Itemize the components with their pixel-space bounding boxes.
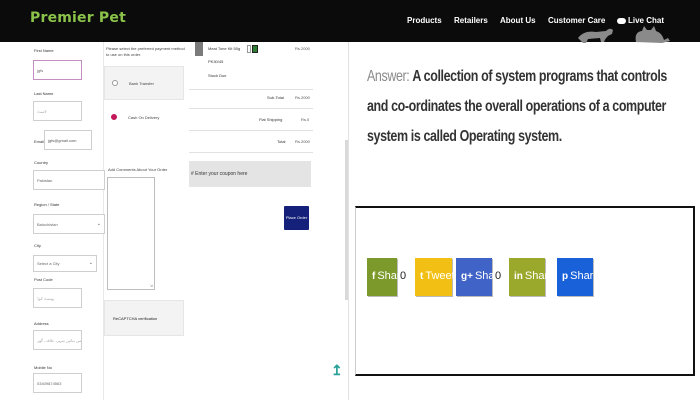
quantity-input[interactable] [247,45,251,53]
google-plus-share-count: 0 [495,270,502,282]
bank-transfer-label: Bank Transfer [129,81,154,86]
cash-on-delivery-radio[interactable] [111,114,117,120]
linkedin-share-button[interactable]: in Share [509,258,554,296]
chevron-down-icon: ⌄ [88,260,93,266]
comments-label: Add Comments About Your Order [108,167,168,172]
twitter-icon: t [420,271,424,282]
subtotal-value: Rs.2000 [295,95,310,100]
top-navigation-bar: Premier Pet Products Retailers About Us … [0,0,700,43]
answer-lead: Answer: [367,68,410,85]
google-plus-share-button[interactable]: g+ Share [456,258,504,296]
cash-on-delivery-label: Cash On Delivery [128,115,160,120]
country-select[interactable]: Pakistan [33,170,105,190]
pinterest-share-button[interactable]: p Share [557,258,599,296]
product-code: PK30/45 [208,59,224,64]
product-name[interactable]: Meat Tone Kit 50g [208,46,240,51]
divider [189,108,313,109]
country-label: Country [34,160,49,165]
quantity-plus-icon[interactable] [252,45,258,53]
first-name-label: First Name [34,48,54,53]
pinterest-icon: p [562,271,569,282]
nav-about-us[interactable]: About Us [500,16,536,25]
product-status: Stock Due [208,73,227,78]
region-select[interactable]: Balochistan ⌄ [33,214,105,234]
product-price: Rs.2000 [295,46,310,51]
answer-body: A collection of system programs that con… [367,68,667,145]
region-value: Balochistan [37,222,58,227]
shipping-value: Rs.0 [301,117,310,122]
total-label: Total [277,139,286,144]
email-label: Email [34,139,45,144]
pinterest-share-label: Share [570,270,600,282]
place-order-button[interactable]: Place Order [284,206,309,230]
coupon-placeholder: Enter your coupon here [195,171,248,177]
coupon-input[interactable]: # Enter your coupon here [189,161,311,187]
post-code-label: Post Code [34,277,53,282]
pets-silhouette-icon [578,26,670,43]
facebook-icon: f [372,271,376,282]
social-share-panel: f Share 0 t Tweet g+ Share 0 in Share p Share [355,206,695,376]
email-input[interactable]: jgfs@gmail.com [44,130,92,150]
last-name-input[interactable]: لاسٹ [33,101,82,121]
nav-retailers[interactable]: Retailers [454,16,488,25]
answer-text: Answer: A collection of system programs … [367,62,687,152]
twitter-tweet-label: Tweet [425,270,455,282]
post-code-input[interactable]: پوسٹ کوڈ [33,288,82,308]
first-name-input[interactable]: jgfs [33,60,82,80]
captcha-box[interactable]: ReCAPTCHA verification [104,300,184,336]
subtotal-label: Sub-Total [267,95,284,100]
payment-heading: Please select the preferred payment meth… [106,46,185,57]
payment-option-bank[interactable]: Bank Transfer [104,66,184,100]
address-input[interactable]: ایڈریس بتائیں شہر، علاقہ، گھر [33,330,82,350]
twitter-tweet-button[interactable]: t Tweet [415,258,455,296]
chevron-down-icon: ⌄ [96,221,101,227]
mobile-label: Mobile No [34,365,53,370]
city-select[interactable]: Select a City ⌄ [33,255,97,272]
linkedin-share-label: Share [524,270,555,282]
order-summary: Meat Tone Kit 50g PK30/45 Stock Due Rs.2… [189,42,313,400]
mobile-input[interactable]: 03409874563 [33,373,82,393]
shipping-label: Flat Shipping [259,117,283,122]
order-comments-textarea[interactable]: ⇲ [107,177,155,290]
premier-pet-logo[interactable]: Premier Pet [30,10,126,26]
bank-transfer-radio[interactable] [112,80,118,86]
billing-form: First Name jgfs Last Name لاسٹ Email jgf… [24,42,105,400]
city-value: Select a City [37,261,60,266]
divider [189,89,313,90]
city-label: City [34,243,41,248]
divider [348,42,349,400]
product-thumbnail [195,42,203,56]
nav-products[interactable]: Products [407,16,442,25]
facebook-share-count: 0 [400,270,407,282]
tag-icon: # [191,171,194,177]
total-value: Rs.2000 [295,139,310,144]
divider [189,152,313,153]
region-label: Region / State [34,202,60,207]
facebook-share-button[interactable]: f Share [367,258,407,296]
linkedin-icon: in [514,271,523,282]
resize-handle-icon[interactable]: ⇲ [150,283,153,288]
scroll-to-top-icon[interactable]: ↥ [331,362,343,379]
google-plus-icon: g+ [461,271,473,282]
last-name-label: Last Name [34,91,54,96]
divider [189,130,313,131]
address-label: Address [34,321,49,326]
captcha-text: ReCAPTCHA verification [113,316,158,321]
